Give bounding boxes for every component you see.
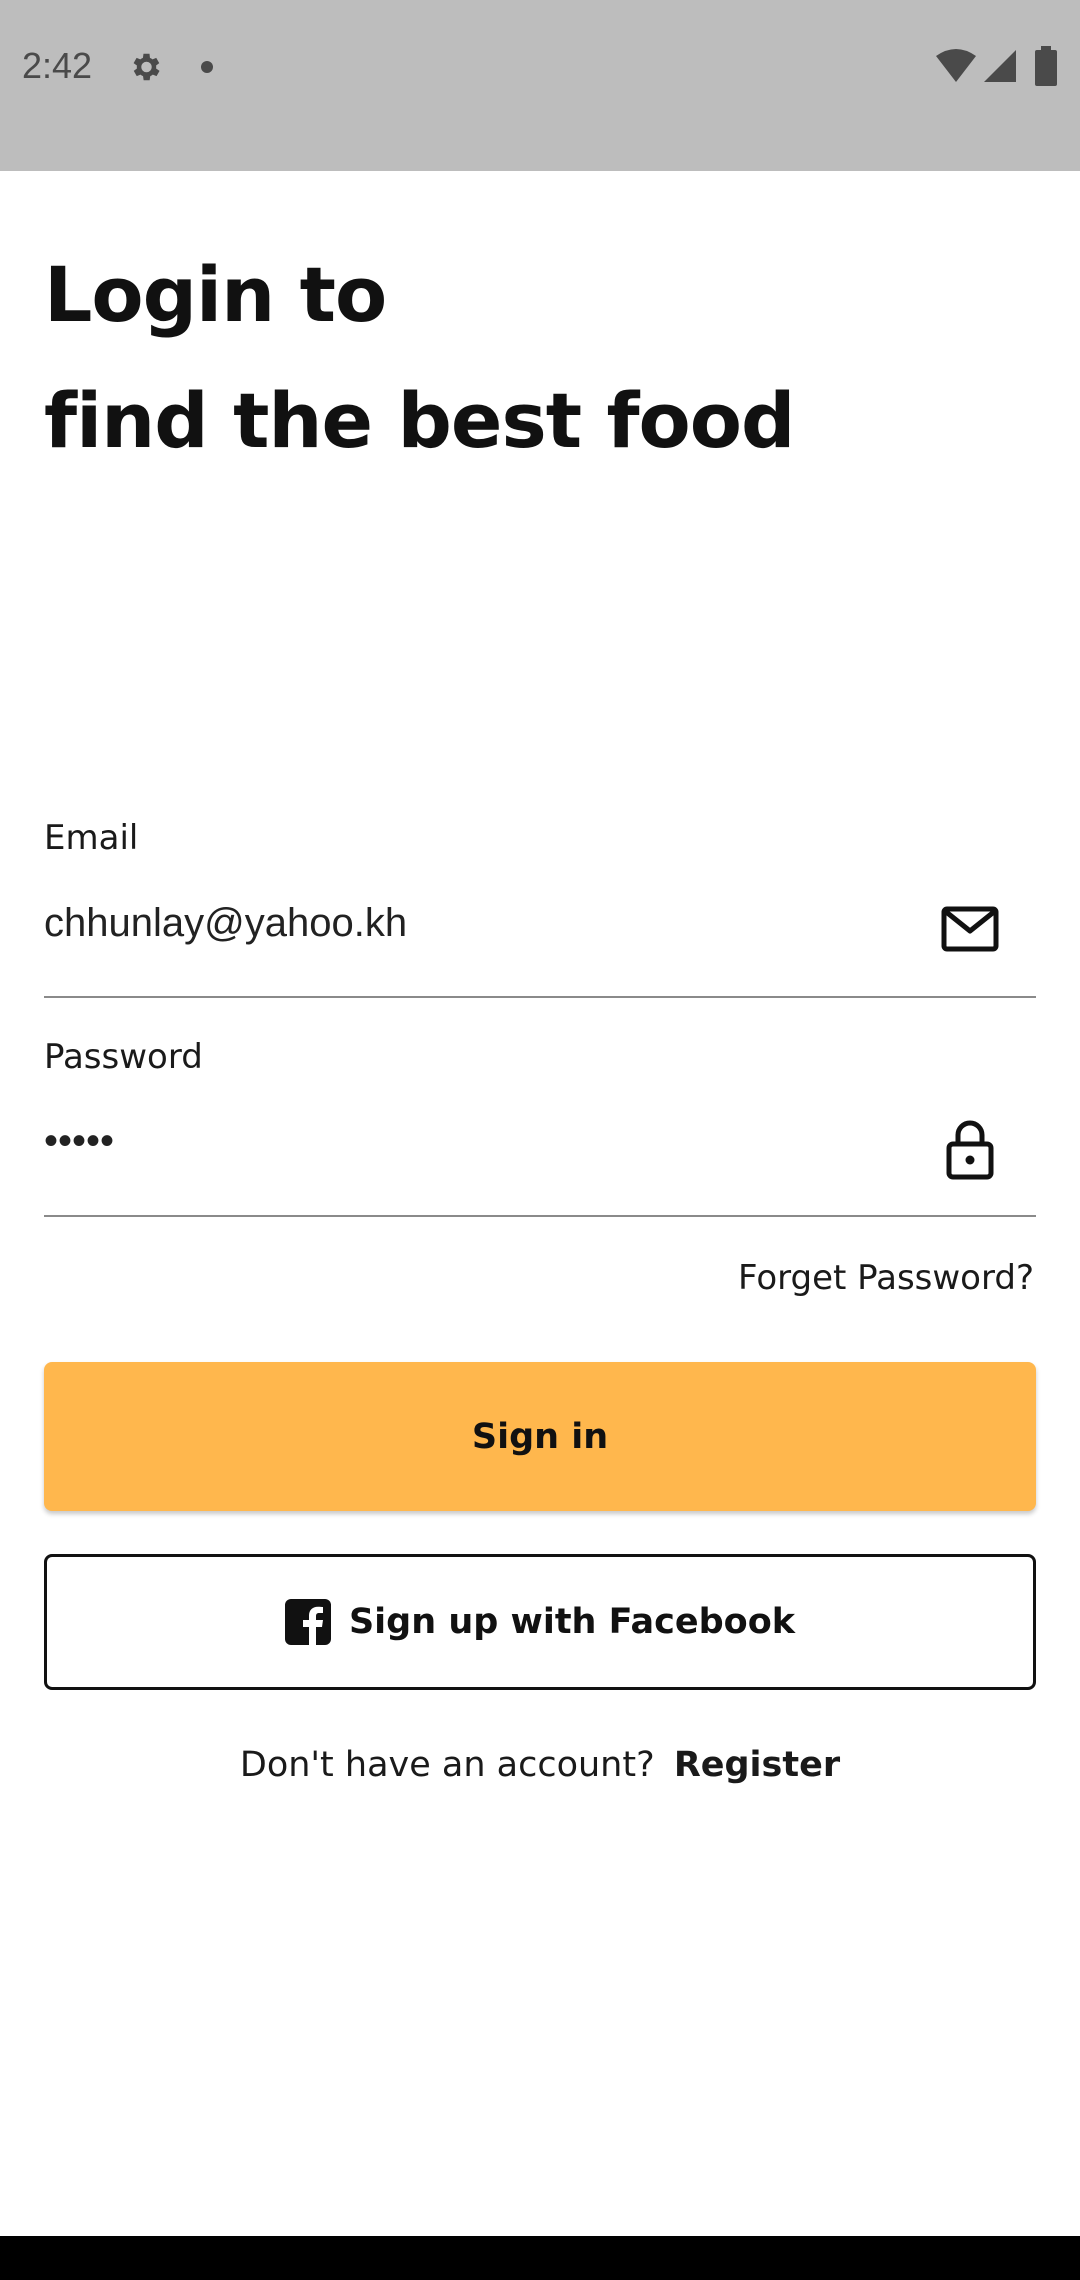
facebook-button-label: Sign up with Facebook <box>348 1602 796 1642</box>
password-field[interactable] <box>44 1106 894 1176</box>
status-bar: 2:42 <box>0 0 1080 171</box>
settings-icon <box>133 53 160 81</box>
wifi-icon <box>936 49 976 82</box>
register-row: Don't have an account? Register <box>0 1745 1080 1785</box>
email-label: Email <box>44 818 139 858</box>
mail-icon <box>941 906 999 952</box>
password-label: Password <box>44 1037 203 1077</box>
email-field[interactable] <box>44 888 894 958</box>
register-link[interactable]: Register <box>674 1745 840 1785</box>
title-line-2: find the best food <box>44 376 795 465</box>
lock-icon <box>946 1120 994 1180</box>
battery-icon <box>1035 46 1057 86</box>
sign-in-button[interactable]: Sign in <box>44 1362 1036 1511</box>
notification-dot-icon <box>201 61 213 73</box>
navigation-bar <box>0 2236 1080 2280</box>
title-line-1: Login to <box>44 250 387 339</box>
register-prompt: Don't have an account? <box>239 1745 655 1785</box>
page-title: Login to find the best food <box>44 232 795 484</box>
forget-password-link[interactable]: Forget Password? <box>738 1258 1034 1298</box>
facebook-signup-button[interactable]: Sign up with Facebook <box>44 1554 1036 1690</box>
password-underline <box>44 1215 1036 1217</box>
facebook-icon <box>284 1599 331 1645</box>
signal-icon <box>984 50 1016 82</box>
email-underline <box>44 996 1036 998</box>
status-time: 2:42 <box>22 45 93 86</box>
